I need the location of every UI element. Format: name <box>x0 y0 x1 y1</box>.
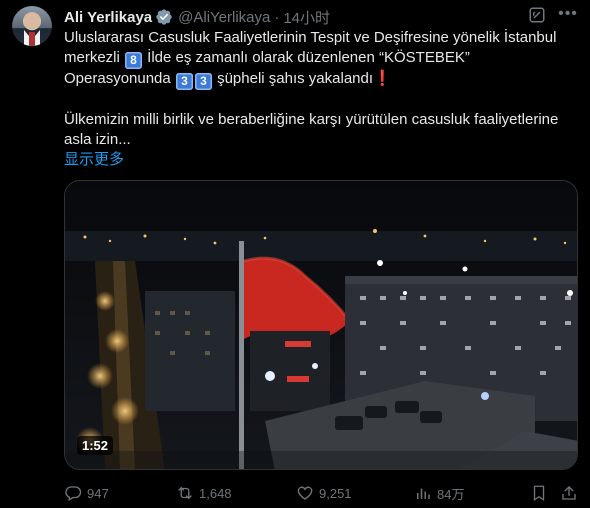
text-line: Uluslararası Casusluk Faaliyetlerinin Te… <box>64 28 584 48</box>
video-player[interactable]: 1:52 <box>64 180 578 470</box>
show-more-link[interactable]: 显示更多 <box>64 151 124 168</box>
keycap-3-emoji: 3 <box>175 73 193 90</box>
keycap-3-emoji: 3 <box>194 73 212 90</box>
text-segment: Operasyonunda <box>64 70 175 87</box>
reply-button[interactable]: 947 <box>64 482 109 504</box>
bookmark-button[interactable] <box>530 482 553 504</box>
reply-count: 947 <box>87 485 109 501</box>
text-segment: İlde eş zamanlı olarak düzenlenen “KÖSTE… <box>143 49 470 66</box>
video-duration: 1:52 <box>77 436 114 455</box>
like-count: 9,251 <box>319 485 352 501</box>
bookmark-icon <box>533 485 545 502</box>
text-segment: Ülkemizin milli birlik ve beraberliğine … <box>64 111 559 128</box>
tweet-header: Ali Yerlikaya @AliYerlikaya · 14小时 <box>64 7 330 27</box>
repost-icon <box>178 487 192 499</box>
repost-count: 1,648 <box>199 485 232 501</box>
views-button[interactable]: 84万 <box>414 482 464 504</box>
avatar-tie <box>29 32 35 46</box>
heart-icon <box>297 486 313 500</box>
text-segment: merkezli <box>64 49 125 66</box>
text-segment: şüpheli şahıs yakalandı <box>212 70 374 87</box>
views-icon <box>417 488 430 499</box>
action-bar: 947 1,648 9,251 84万 <box>64 482 584 504</box>
views-count: 84万 <box>437 486 465 502</box>
text-segment: asla izin... <box>64 131 131 148</box>
more-options-icon[interactable]: ••• <box>558 4 578 24</box>
text-line: asla izin... <box>64 130 584 150</box>
avatar[interactable] <box>12 6 52 46</box>
repost-button[interactable]: 1,648 <box>176 482 232 504</box>
share-button[interactable] <box>560 482 583 504</box>
keycap-8-emoji: 8 <box>125 52 143 69</box>
grok-icon[interactable] <box>528 6 546 24</box>
video-thumbnail <box>65 181 577 469</box>
tweet-text: Uluslararası Casusluk Faaliyetlerinin Te… <box>64 28 584 170</box>
exclamation-emoji: ❗ <box>373 70 392 87</box>
text-line: merkezli 8 İlde eş zamanlı olarak düzenl… <box>64 48 584 69</box>
text-line: Operasyonunda 33 şüpheli şahıs yakalandı… <box>64 69 584 90</box>
tweet[interactable]: Ali Yerlikaya @AliYerlikaya · 14小时 ••• U… <box>0 0 590 508</box>
tweet-time[interactable]: 14小时 <box>283 7 330 28</box>
author-name[interactable]: Ali Yerlikaya <box>64 9 152 26</box>
reply-icon <box>65 486 82 501</box>
separator-dot: · <box>274 8 280 26</box>
text-line: Ülkemizin milli birlik ve beraberliğine … <box>64 110 584 130</box>
verified-badge-icon <box>156 9 172 25</box>
text-segment: Uluslararası Casusluk Faaliyetlerinin Te… <box>64 29 557 46</box>
share-icon <box>562 486 576 500</box>
like-button[interactable]: 9,251 <box>296 482 352 504</box>
author-handle[interactable]: @AliYerlikaya <box>178 9 270 26</box>
